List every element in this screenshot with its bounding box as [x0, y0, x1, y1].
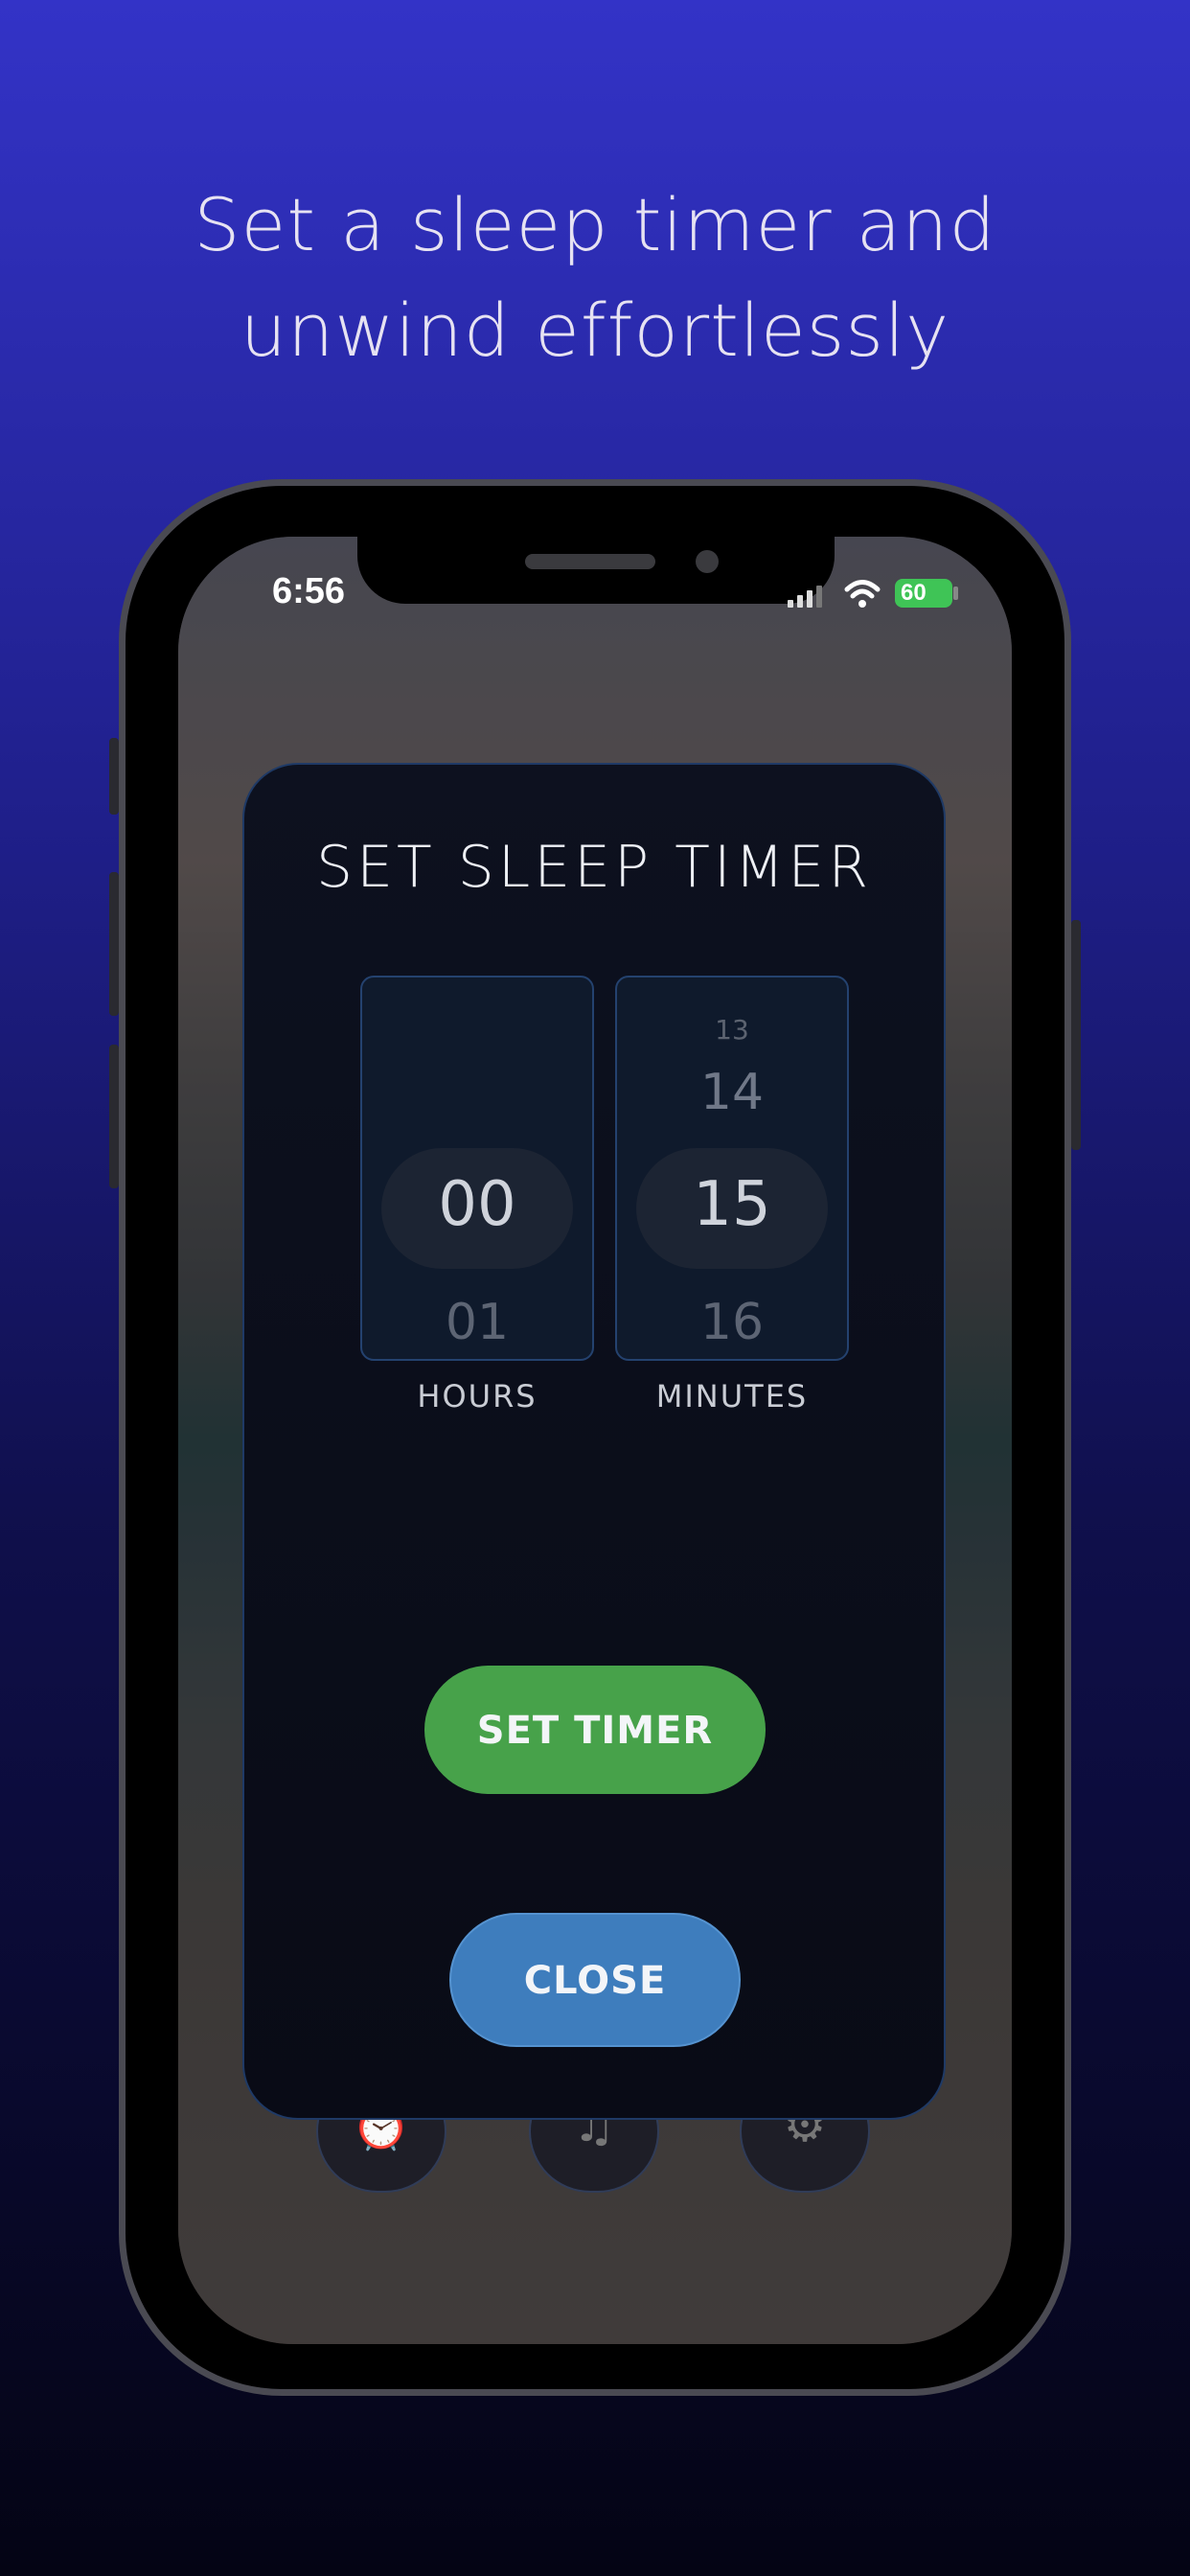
phone-speaker — [525, 554, 655, 569]
battery-level: 60 — [901, 580, 927, 606]
phone-notch — [357, 537, 835, 604]
hours-picker[interactable]: 00 01 — [360, 976, 594, 1361]
set-timer-button[interactable]: SET TIMER — [424, 1666, 766, 1794]
headline-line-2: unwind effortlessly — [240, 288, 950, 373]
status-time: 6:56 — [272, 571, 346, 611]
close-button[interactable]: CLOSE — [449, 1913, 741, 2047]
cellular-signal-icon — [788, 586, 822, 608]
minutes-next-value[interactable]: 16 — [617, 1294, 847, 1351]
hours-selected-value[interactable]: 00 — [362, 1169, 592, 1240]
headline-line-1: Set a sleep timer and — [194, 182, 996, 267]
modal-title: SET SLEEP TIMER — [315, 834, 873, 901]
battery-tip — [953, 586, 958, 600]
minutes-selected-value[interactable]: 15 — [617, 1169, 847, 1240]
phone-camera — [696, 550, 719, 573]
phone-power-button — [1071, 920, 1081, 1150]
promo-headline: Set a sleep timer and unwind effortlessl… — [0, 172, 1190, 383]
minutes-prev-value[interactable]: 14 — [617, 1064, 847, 1121]
sleep-timer-modal: SET SLEEP TIMER 00 01 HOURS 13 14 15 16 … — [242, 763, 946, 2120]
minutes-prev2-value[interactable]: 13 — [617, 1014, 847, 1046]
phone-volume-up — [109, 872, 119, 1016]
minutes-label: MINUTES — [655, 1378, 809, 1414]
hours-label: HOURS — [417, 1378, 538, 1414]
phone-side-button — [109, 738, 119, 815]
battery-indicator: 60 — [895, 579, 952, 608]
hours-next-value[interactable]: 01 — [362, 1294, 592, 1351]
minutes-picker[interactable]: 13 14 15 16 — [615, 976, 849, 1361]
wifi-icon — [844, 580, 881, 608]
phone-volume-down — [109, 1045, 119, 1188]
